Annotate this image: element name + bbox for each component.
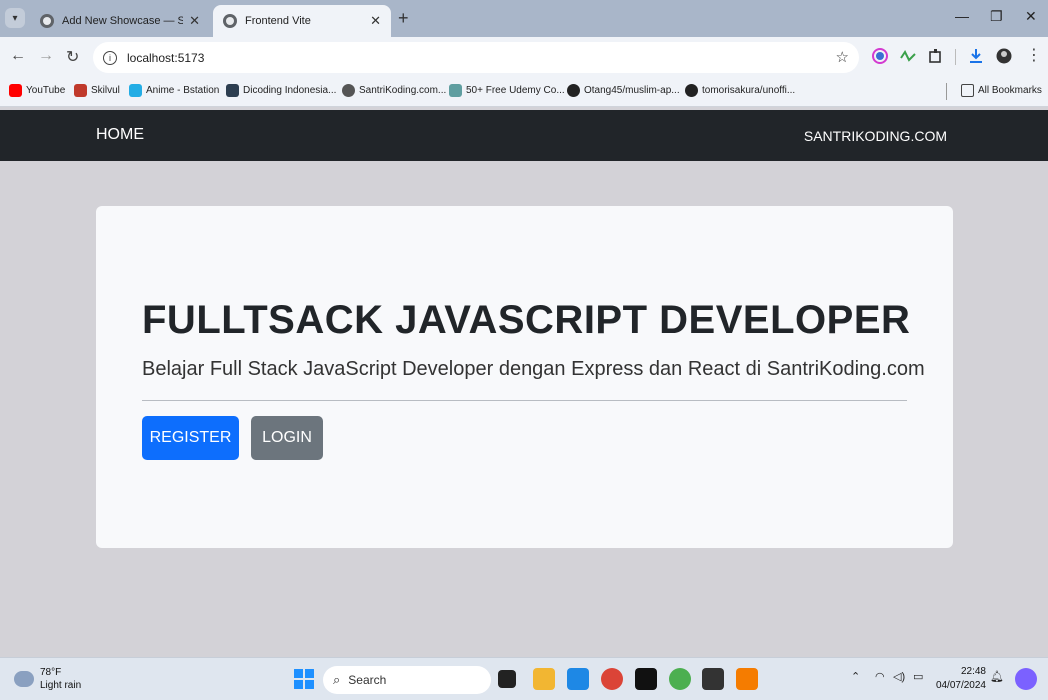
taskbar-search[interactable]: ⌕ Search	[323, 666, 491, 694]
browser-toolbar: ← → ↻ i localhost:5173 ☆ ⋮	[0, 37, 1048, 77]
bookmark-udemy[interactable]: 50+ Free Udemy Co...	[449, 84, 565, 97]
weather-widget[interactable]: 78°F Light rain	[14, 666, 81, 692]
dicoding-icon	[226, 84, 239, 97]
file-explorer-icon[interactable]	[533, 668, 555, 690]
hero-title: FULLTSACK JAVASCRIPT DEVELOPER	[142, 298, 911, 342]
bookmark-otang45[interactable]: Otang45/muslim-ap...	[567, 84, 680, 97]
site-favicon-icon	[40, 14, 54, 28]
restore-icon[interactable]: ❐	[990, 8, 1003, 25]
youtube-icon	[9, 84, 22, 97]
wifi-icon[interactable]: ◠	[875, 670, 885, 683]
hero-divider	[142, 400, 907, 401]
minimize-icon[interactable]: —	[955, 8, 969, 24]
santrikoding-icon	[342, 84, 355, 97]
bookmark-dicoding[interactable]: Dicoding Indonesia...	[226, 84, 336, 97]
vscode-icon[interactable]	[567, 668, 589, 690]
close-window-icon[interactable]: ✕	[1025, 8, 1037, 25]
chrome-dev-icon[interactable]	[669, 668, 691, 690]
home-link[interactable]: HOME	[96, 126, 144, 144]
bookmark-label: SantriKoding.com...	[359, 85, 447, 96]
download-icon[interactable]	[968, 48, 984, 64]
task-view-icon[interactable]	[498, 670, 516, 688]
windows-start-icon[interactable]	[293, 668, 315, 690]
login-button[interactable]: LOGIN	[251, 416, 323, 460]
extensions-puzzle-icon[interactable]	[928, 48, 944, 64]
folder-icon	[961, 84, 974, 97]
notification-bell-icon[interactable]: 🔔︎	[990, 670, 1004, 683]
windows-taskbar: 78°F Light rain ⌕ Search ⌃ ◠ ◁) ▭ 22:48 …	[0, 657, 1048, 700]
toolbar-divider	[955, 49, 956, 65]
search-icon: ⌕	[333, 672, 341, 687]
terminal-icon[interactable]	[702, 668, 724, 690]
bookmark-label: YouTube	[26, 85, 66, 96]
reload-icon[interactable]: ↻	[66, 47, 79, 67]
bookmark-bstation[interactable]: Anime - Bstation	[129, 84, 219, 97]
address-bar[interactable]: i localhost:5173 ☆	[93, 42, 859, 73]
bookmark-tomorisakura[interactable]: tomorisakura/unoffi...	[685, 84, 795, 97]
udemy-icon	[449, 84, 462, 97]
tab-search-button[interactable]: ▾	[5, 8, 25, 28]
forward-icon[interactable]: →	[38, 47, 54, 65]
app-navbar: HOME SANTRIKODING.COM	[0, 110, 1048, 161]
clock-time: 22:48	[960, 666, 986, 677]
back-icon[interactable]: ←	[10, 47, 26, 65]
github-icon	[567, 84, 580, 97]
netflix-icon[interactable]	[635, 668, 657, 690]
bookmarks-divider	[946, 83, 947, 100]
brand-link[interactable]: SANTRIKODING.COM	[804, 128, 947, 144]
tab-title: Frontend Vite	[245, 15, 311, 27]
bookmark-label: Dicoding Indonesia...	[243, 85, 337, 96]
bookmark-santrikoding[interactable]: SantriKoding.com...	[342, 84, 446, 97]
bookmark-label: Anime - Bstation	[146, 85, 220, 96]
bookmark-star-icon[interactable]: ☆	[836, 48, 849, 66]
hero-lead: Belajar Full Stack JavaScript Developer …	[142, 358, 925, 380]
bookmark-label: All Bookmarks	[978, 85, 1042, 96]
color-extension-icon[interactable]	[872, 48, 888, 64]
all-bookmarks-button[interactable]: All Bookmarks	[961, 84, 1042, 97]
volume-icon[interactable]: ◁)	[893, 670, 905, 683]
close-tab-icon[interactable]: ✕	[189, 13, 200, 29]
hero-card: FULLTSACK JAVASCRIPT DEVELOPER Belajar F…	[96, 206, 953, 548]
register-button[interactable]: REGISTER	[142, 416, 239, 460]
bookmarks-bar: YouTube Skilvul Anime - Bstation Dicodin…	[0, 77, 1048, 107]
bookmark-label: 50+ Free Udemy Co...	[466, 85, 565, 96]
clock-date: 04/07/2024	[935, 680, 986, 691]
search-placeholder: Search	[348, 673, 387, 687]
bookmark-label: Skilvul	[91, 85, 120, 96]
skilvul-icon	[74, 84, 87, 97]
weather-temp: 78°F	[40, 667, 62, 678]
tab-add-new-showcase[interactable]: Add New Showcase — SantriKo ✕	[30, 5, 210, 37]
bookmark-label: Otang45/muslim-ap...	[584, 85, 680, 96]
battery-icon[interactable]: ▭	[913, 670, 923, 683]
site-info-icon[interactable]: i	[103, 50, 117, 65]
chrome-icon[interactable]	[601, 668, 623, 690]
tab-strip: ▾ Add New Showcase — SantriKo ✕ Frontend…	[0, 0, 1048, 37]
bookmark-skilvul[interactable]: Skilvul	[74, 84, 120, 97]
rain-cloud-icon	[14, 671, 34, 687]
activity-extension-icon[interactable]	[900, 48, 916, 64]
xampp-icon[interactable]	[736, 668, 758, 690]
bookmark-youtube[interactable]: YouTube	[9, 84, 65, 97]
system-clock[interactable]: 22:48 04/07/2024	[936, 665, 986, 693]
close-tab-icon[interactable]: ✕	[370, 13, 381, 29]
profile-avatar-icon[interactable]	[996, 48, 1012, 64]
show-hidden-icons-icon[interactable]: ⌃	[851, 670, 860, 683]
github-icon	[685, 84, 698, 97]
address-text: localhost:5173	[127, 50, 205, 65]
weather-desc: Light rain	[40, 680, 82, 691]
bstation-icon	[129, 84, 142, 97]
tab-title: Add New Showcase — SantriKo	[62, 15, 184, 27]
copilot-icon[interactable]	[1015, 668, 1037, 690]
new-tab-button[interactable]: +	[398, 8, 409, 29]
bookmark-label: tomorisakura/unoffi...	[702, 85, 796, 96]
tab-frontend-vite[interactable]: Frontend Vite ✕	[213, 5, 391, 37]
globe-icon	[223, 14, 237, 28]
more-menu-icon[interactable]: ⋮	[1026, 45, 1042, 65]
